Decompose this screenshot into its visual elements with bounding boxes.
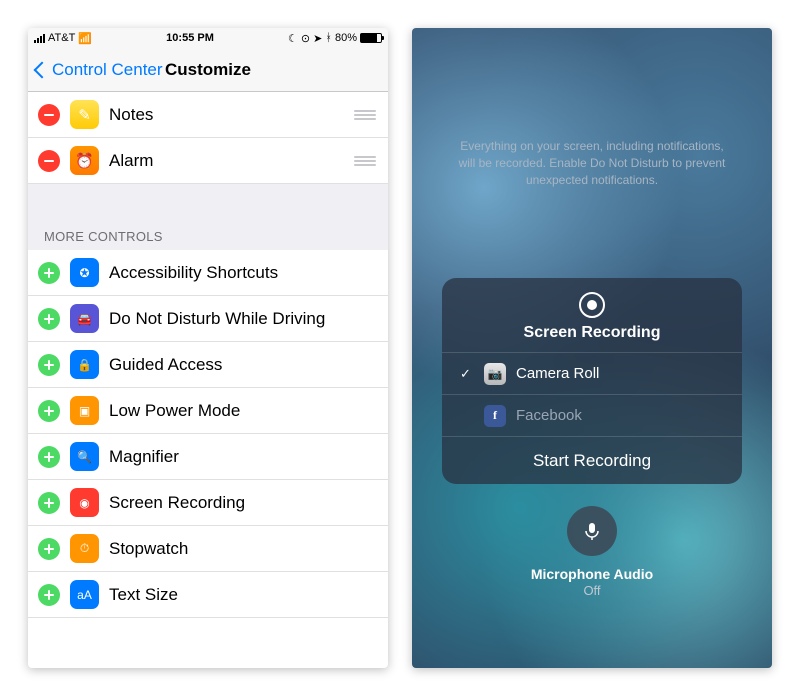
bluetooth-icon: ᚼ [325,32,332,44]
status-time: 10:55 PM [166,32,214,44]
screen-recording-icon: ◉ [70,488,99,517]
controls-list: ✎ Notes ⏰ Alarm MORE CONTROLS ✪ Accessibilit… [28,92,388,618]
back-button[interactable]: Control Center [36,60,163,80]
settings-customize-screen: AT&T 📶 10:55 PM ☾ ⊙ ➤ ᚼ 80% Control Cent… [28,28,388,668]
row-label: Alarm [109,151,344,171]
carrier-label: AT&T [48,32,75,44]
microphone-label: Microphone Audio Off [531,566,653,598]
row-label: Notes [109,105,344,125]
notes-icon: ✎ [70,100,99,129]
row-label: Stopwatch [109,539,376,559]
do-not-disturb-while-driving-icon: 🚘 [70,304,99,333]
microphone-icon [582,521,602,541]
text-size-icon: aA [70,580,99,609]
microphone-state: Off [583,583,600,598]
destination-label: Facebook [516,407,582,424]
included-row-alarm: ⏰ Alarm [28,138,388,184]
location-icon: ➤ [313,32,322,45]
row-label: Accessibility Shortcuts [109,263,376,283]
add-button[interactable] [38,492,60,514]
add-button[interactable] [38,446,60,468]
screen-recording-panel: Screen Recording ✓📷Camera RollfFacebook … [442,278,742,484]
checkmark-icon: ✓ [460,366,474,382]
row-label: Do Not Disturb While Driving [109,309,376,329]
destination-facebook[interactable]: f Facebook [442,394,742,436]
add-button[interactable] [38,584,60,606]
wifi-icon: 📶 [78,32,92,45]
panel-title: Screen Recording [524,324,661,342]
add-button[interactable] [38,308,60,330]
row-label: Low Power Mode [109,401,376,421]
microphone-toggle[interactable] [567,506,617,556]
nav-bar: Control Center Customize [28,48,388,92]
add-button[interactable] [38,262,60,284]
low-power-mode-icon: ▣ [70,396,99,425]
stopwatch-icon: ⏱ [70,534,99,563]
signal-bars-icon [34,33,45,43]
camera-icon: 📷 [484,363,506,385]
alarm-indicator-icon: ⊙ [301,32,310,45]
remove-button[interactable] [38,104,60,126]
facebook-icon: f [484,405,506,427]
more-row-screen-recording: ◉ Screen Recording [28,480,388,526]
more-row-stopwatch: ⏱ Stopwatch [28,526,388,572]
destination-camera-roll[interactable]: ✓ 📷 Camera Roll [442,352,742,394]
more-controls-header: MORE CONTROLS [28,220,388,250]
add-button[interactable] [38,400,60,422]
status-bar: AT&T 📶 10:55 PM ☾ ⊙ ➤ ᚼ 80% [28,28,388,48]
row-label: Text Size [109,585,376,605]
battery-icon [360,33,382,43]
screen-recording-overlay: Everything on your screen, including not… [412,28,772,668]
more-row-do-not-disturb-while-driving: 🚘 Do Not Disturb While Driving [28,296,388,342]
more-row-guided-access: 🔒 Guided Access [28,342,388,388]
nav-title: Customize [165,60,251,80]
row-label: Magnifier [109,447,376,467]
guided-access-icon: 🔒 [70,350,99,379]
more-row-accessibility-shortcuts: ✪ Accessibility Shortcuts [28,250,388,296]
alarm-icon: ⏰ [70,146,99,175]
drag-handle-icon[interactable] [354,156,376,166]
destination-label: Camera Roll [516,365,599,382]
row-label: Guided Access [109,355,376,375]
start-recording-button[interactable]: Start Recording [442,436,742,484]
dnd-moon-icon: ☾ [288,32,298,45]
remove-button[interactable] [38,150,60,172]
start-recording-label: Start Recording [533,451,651,471]
row-label: Screen Recording [109,493,376,513]
recording-hint: Everything on your screen, including not… [412,138,772,188]
add-button[interactable] [38,538,60,560]
more-row-magnifier: 🔍 Magnifier [28,434,388,480]
back-label: Control Center [52,60,163,80]
section-gap [28,184,388,220]
battery-pct: 80% [335,32,357,44]
drag-handle-icon[interactable] [354,110,376,120]
record-icon [579,292,605,318]
chevron-left-icon [34,61,51,78]
more-row-low-power-mode: ▣ Low Power Mode [28,388,388,434]
included-row-notes: ✎ Notes [28,92,388,138]
more-row-text-size: aA Text Size [28,572,388,618]
accessibility-shortcuts-icon: ✪ [70,258,99,287]
add-button[interactable] [38,354,60,376]
magnifier-icon: 🔍 [70,442,99,471]
